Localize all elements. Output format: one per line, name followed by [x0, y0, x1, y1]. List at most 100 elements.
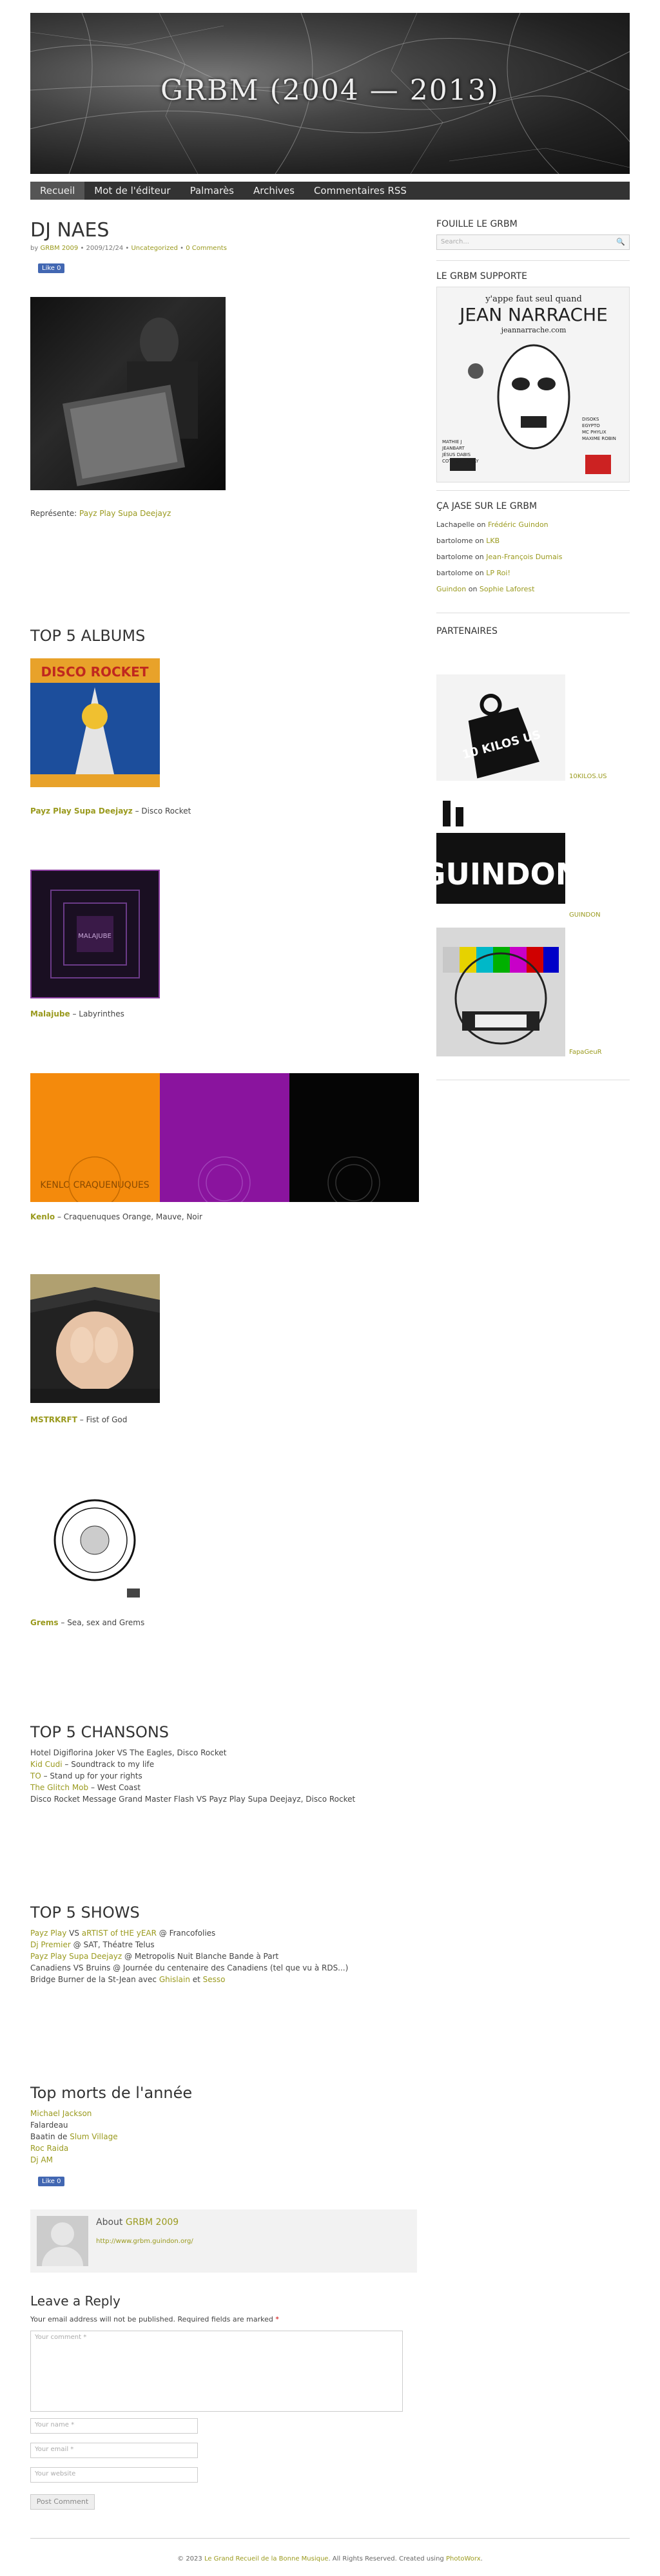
death-line: Dj AM — [30, 2154, 118, 2166]
recent-comments: Lachapelle on Frédéric Guindon bartolome… — [436, 517, 630, 597]
show-link[interactable]: Dj Premier — [30, 1940, 71, 1949]
footer-site-link[interactable]: Le Grand Recueil de la Bonne Musique — [204, 2555, 329, 2562]
partner-fapageur-logo[interactable] — [436, 928, 565, 1056]
comment-post-link[interactable]: Jean-François Dumais — [486, 553, 562, 561]
poster-left-lineup: MATHIE J JEANBART JÉSUS DABIS COTT ONE &… — [442, 439, 479, 464]
nav-item-rss[interactable]: Commentaires RSS — [304, 182, 416, 200]
comment-on: on — [466, 585, 480, 593]
jean-narrache-poster[interactable]: y'appe faut seul quand JEAN NARRACHE jea… — [436, 287, 630, 482]
album-cover-fist-of-god[interactable] — [30, 1274, 160, 1403]
meta-category-link[interactable]: Uncategorized — [131, 245, 177, 252]
comment-placeholder: Your comment * — [35, 2334, 87, 2341]
show-link[interactable]: Ghislain — [159, 1975, 190, 1984]
partner-10kilos-logo[interactable]: 10 KILOS US — [436, 674, 565, 781]
album-artist-4[interactable]: MSTRKRFT — [30, 1415, 77, 1424]
death-link[interactable]: Michael Jackson — [30, 2109, 92, 2118]
site-title[interactable]: GRBM (2004 — 2013) — [30, 74, 630, 107]
post-title[interactable]: DJ NAES — [30, 219, 417, 243]
album-cover-disco-rocket[interactable]: DISCO ROCKET — [30, 658, 160, 787]
comment-on: on — [472, 537, 487, 545]
comment-on: on — [472, 553, 487, 561]
show-text: @ SAT, Théatre Telus — [70, 1940, 155, 1949]
song-text: – Stand up for your rights — [41, 1771, 142, 1780]
comment-author: bartolome — [436, 553, 473, 561]
meta-sep: • — [180, 245, 186, 252]
show-link[interactable]: Sesso — [203, 1975, 226, 1984]
nav-item-mot-editeur[interactable]: Mot de l'éditeur — [84, 182, 180, 200]
name-placeholder: Your name * — [35, 2421, 75, 2428]
comment-on: on — [472, 569, 487, 577]
albums-heading: TOP 5 ALBUMS — [30, 627, 146, 645]
show-text: et — [189, 1975, 203, 1984]
song-link[interactable]: TO — [30, 1771, 41, 1780]
website-field[interactable]: Your website — [30, 2467, 198, 2483]
comment-post-link[interactable]: LP Roi! — [486, 569, 510, 577]
deaths-heading: Top morts de l'année — [30, 2084, 193, 2102]
death-link[interactable]: Slum Village — [70, 2132, 117, 2141]
represent-link[interactable]: Payz Play Supa Deejayz — [79, 509, 171, 518]
album-artist-3[interactable]: Kenlo — [30, 1212, 55, 1221]
partner-link-guindon[interactable]: GUINDON — [569, 911, 601, 919]
nav-item-palmares[interactable]: Palmarès — [180, 182, 244, 200]
song-link[interactable]: Kid Cudi — [30, 1760, 63, 1769]
email-field[interactable]: Your email * — [30, 2443, 198, 2458]
album-caption-4: MSTRKRFT – Fist of God — [30, 1415, 127, 1424]
author-url-link[interactable]: http://www.grbm.guindon.org/ — [96, 2238, 193, 2245]
album-cover-grems[interactable] — [30, 1492, 160, 1601]
nav-item-recueil[interactable]: Recueil — [30, 182, 85, 200]
facebook-like-button[interactable]: Like 0 — [38, 263, 65, 273]
death-link[interactable]: Dj AM — [30, 2155, 53, 2164]
meta-author-link[interactable]: GRBM 2009 — [40, 245, 78, 252]
song-link[interactable]: The Glitch Mob — [30, 1783, 88, 1792]
comment-post-link[interactable]: Sophie Laforest — [480, 585, 535, 593]
show-link[interactable]: Payz Play — [30, 1929, 66, 1938]
name-field[interactable]: Your name * — [30, 2418, 198, 2434]
author-box: About GRBM 2009 http://www.grbm.guindon.… — [30, 2209, 417, 2273]
comment-post-link[interactable]: LKB — [486, 537, 500, 545]
poster-right-lineup: DISOKS EGYPTO MC PHYLIX MAXIME ROBIN — [582, 417, 616, 441]
footer-copyright: © 2023 — [177, 2555, 204, 2562]
comment-textarea[interactable]: Your comment * — [30, 2331, 403, 2412]
search-icon[interactable]: 🔍 — [616, 238, 625, 246]
comment-post-link[interactable]: Frédéric Guindon — [488, 520, 548, 529]
author-name-link[interactable]: GRBM 2009 — [126, 2217, 179, 2228]
partners-heading: PARTENAIRES — [436, 626, 498, 636]
album-cover-craquenuques[interactable]: KENLO CRAQUENUQUES — [30, 1073, 419, 1209]
facebook-like-button-bottom[interactable]: Like 0 — [38, 2177, 65, 2186]
song-line: Hotel Digiflorina Joker VS The Eagles, D… — [30, 1747, 355, 1759]
death-link[interactable]: Roc Raida — [30, 2144, 68, 2153]
show-link[interactable]: aRTIST of tHE yEAR — [82, 1929, 157, 1938]
show-text: VS — [66, 1929, 82, 1938]
comment-author: Lachapelle — [436, 520, 475, 529]
partner-link-fapageur[interactable]: FapaGeuR — [569, 1049, 602, 1056]
post-comment-button[interactable]: Post Comment — [30, 2494, 95, 2510]
song-text: Disco Rocket Message Grand Master Flash … — [30, 1795, 356, 1804]
shows-heading: TOP 5 SHOWS — [30, 1903, 140, 1922]
songs-heading: TOP 5 CHANSONS — [30, 1723, 170, 1741]
comment-author-link[interactable]: Guindon — [436, 585, 466, 593]
sidebar: FOUILLE LE GRBM Search... 🔍 LE GRBM SUPP… — [436, 219, 630, 642]
album-cover-labyrinthes[interactable]: MALAJUBE — [30, 870, 160, 998]
album-artist-2[interactable]: Malajube — [30, 1009, 70, 1018]
search-input[interactable]: Search... 🔍 — [436, 234, 630, 250]
footer-theme-link[interactable]: PhotoWorx — [446, 2555, 481, 2562]
album-artist-5[interactable]: Grems — [30, 1618, 59, 1627]
album-artist-1[interactable]: Payz Play Supa Deejayz — [30, 806, 133, 816]
poster-url: jeannarrache.com — [500, 326, 567, 334]
album-caption-3: Kenlo – Craquenuques Orange, Mauve, Noir — [30, 1212, 202, 1221]
show-link[interactable]: Payz Play Supa Deejayz — [30, 1952, 122, 1961]
divider — [436, 260, 630, 261]
comment-on: on — [474, 520, 488, 529]
divider — [436, 490, 630, 491]
reply-note: Your email address will not be published… — [30, 2315, 279, 2323]
footer-end: . — [480, 2555, 483, 2562]
song-line: Kid Cudi – Soundtrack to my life — [30, 1759, 355, 1770]
song-line: Disco Rocket Message Grand Master Flash … — [30, 1793, 355, 1805]
reply-heading: Leave a Reply — [30, 2293, 121, 2309]
nav-item-archives[interactable]: Archives — [244, 182, 304, 200]
meta-comments-link[interactable]: 0 Comments — [186, 245, 227, 252]
shows-list: Payz Play VS aRTIST of tHE yEAR @ Franco… — [30, 1927, 348, 1985]
show-line: Payz Play Supa Deejayz @ Metropolis Nuit… — [30, 1951, 348, 1962]
partner-guindon-logo[interactable]: GUINDON — [422, 797, 580, 907]
partner-link-10kilos[interactable]: 10KILOS.US — [569, 773, 607, 780]
